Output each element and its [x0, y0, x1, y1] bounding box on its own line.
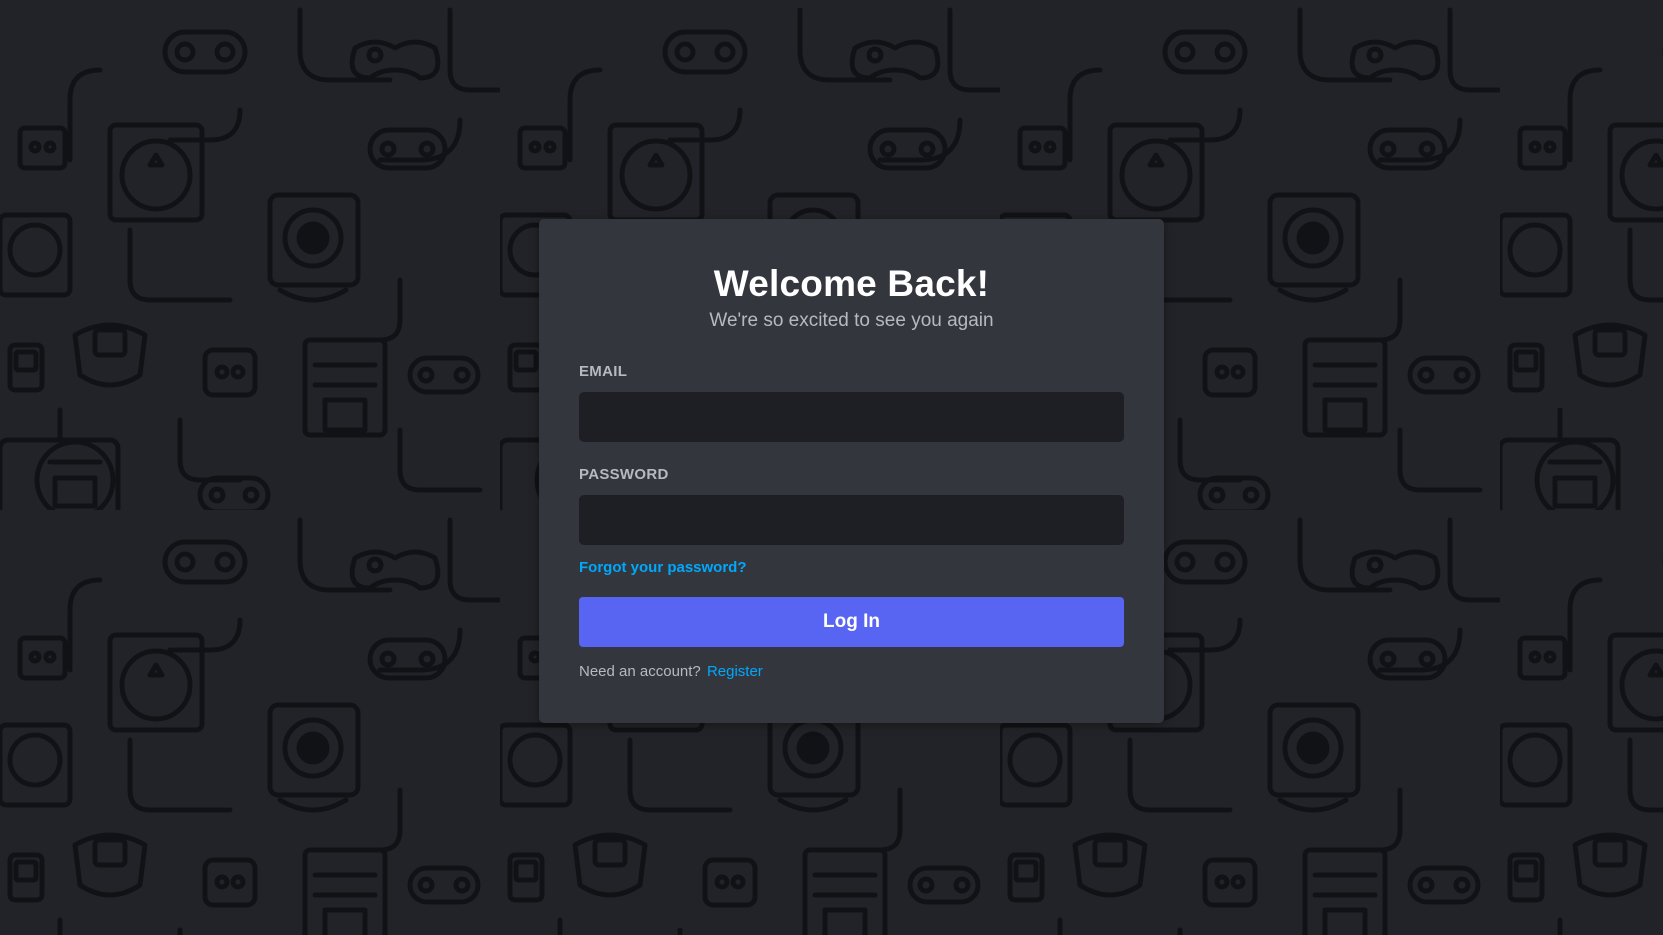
- register-prompt: Need an account?: [579, 663, 701, 680]
- welcome-title: Welcome Back!: [713, 263, 990, 304]
- register-link[interactable]: Register: [707, 663, 763, 680]
- email-input[interactable]: [579, 392, 1124, 442]
- password-input[interactable]: [579, 495, 1124, 545]
- login-card: Welcome Back! We're so excited to see yo…: [539, 219, 1164, 723]
- forgot-password-link[interactable]: Forgot your password?: [579, 559, 747, 576]
- email-label: EMAIL: [579, 363, 628, 380]
- login-button[interactable]: Log In: [579, 597, 1124, 647]
- password-label: PASSWORD: [579, 466, 669, 483]
- welcome-subtitle: We're so excited to see you again: [709, 310, 994, 331]
- register-row: Need an account? Register: [579, 663, 1124, 680]
